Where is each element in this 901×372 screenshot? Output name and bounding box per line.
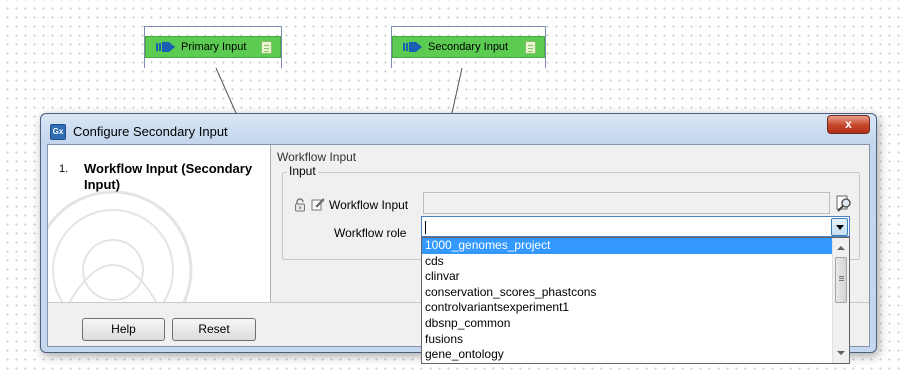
input-arrow-icon	[156, 41, 176, 53]
workflow-role-combobox[interactable]	[421, 216, 850, 237]
dropdown-option[interactable]: cds	[422, 254, 833, 270]
dropdown-list: 1000_genomes_project cds clinvar conserv…	[422, 238, 833, 363]
dropdown-option[interactable]: gene_ontology	[422, 347, 833, 363]
secondary-input-node[interactable]: Secondary Input	[391, 26, 546, 68]
input-arrow-icon	[403, 41, 423, 53]
close-button[interactable]: x	[827, 115, 870, 134]
dropdown-scrollbar[interactable]	[832, 238, 849, 363]
workflow-role-label: Workflow role	[334, 226, 407, 240]
dropdown-option[interactable]: conservation_scores_phastcons	[422, 285, 833, 301]
dropdown-arrow-button[interactable]	[831, 218, 848, 236]
workflow-role-dropdown[interactable]: 1000_genomes_project cds clinvar conserv…	[421, 237, 850, 364]
help-button[interactable]: Help	[82, 318, 165, 341]
dropdown-option[interactable]: clinvar	[422, 269, 833, 285]
node-label: Primary Input	[181, 41, 247, 53]
document-icon	[525, 41, 536, 54]
watermark-seal-icon	[48, 190, 193, 302]
reset-button[interactable]: Reset	[172, 318, 256, 341]
app-icon: Gx	[50, 124, 66, 140]
dropdown-option[interactable]: fusions	[422, 332, 833, 348]
dialog-title: Configure Secondary Input	[73, 124, 228, 139]
steps-panel: 1. Workflow Input (Secondary Input)	[48, 145, 271, 302]
browse-icon[interactable]	[835, 194, 853, 215]
scroll-down-arrow-icon[interactable]	[833, 345, 849, 361]
workflow-input-field[interactable]	[423, 192, 830, 214]
dialog-titlebar[interactable]: Gx Configure Secondary Input x	[41, 114, 876, 144]
step-label: Workflow Input (Secondary Input)	[84, 161, 253, 192]
groupbox-title: Input	[287, 164, 318, 178]
primary-input-node[interactable]: Primary Input	[144, 26, 282, 68]
step-number: 1.	[59, 163, 69, 175]
node-label: Secondary Input	[428, 41, 509, 53]
dropdown-option[interactable]: dbsnp_common	[422, 316, 833, 332]
scroll-thumb[interactable]	[835, 257, 847, 303]
text-caret	[425, 221, 426, 234]
node-body[interactable]: Primary Input	[145, 36, 281, 58]
dropdown-option[interactable]: controlvariantsexperiment1	[422, 300, 833, 316]
workflow-input-label: Workflow Input	[329, 198, 409, 212]
section-title: Workflow Input	[277, 150, 357, 164]
node-body[interactable]: Secondary Input	[392, 36, 545, 58]
edit-icon[interactable]	[311, 197, 325, 214]
dropdown-option[interactable]: 1000_genomes_project	[422, 238, 833, 254]
lock-icon[interactable]	[294, 198, 306, 215]
document-icon	[261, 41, 272, 54]
scroll-up-arrow-icon[interactable]	[833, 240, 849, 256]
